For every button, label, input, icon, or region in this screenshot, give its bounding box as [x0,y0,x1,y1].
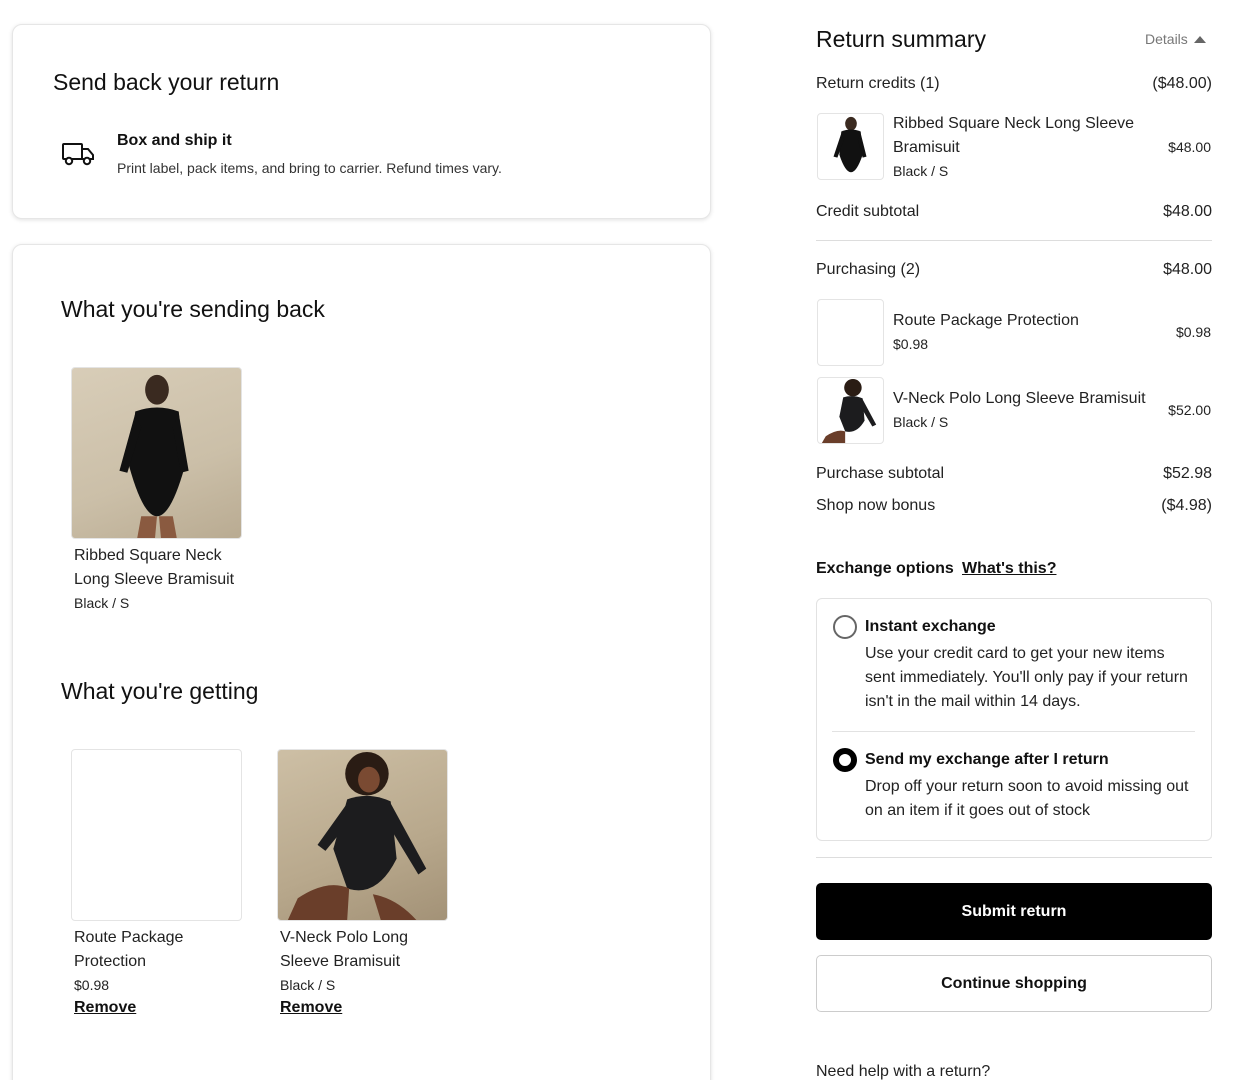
whats-this-link[interactable]: What's this? [962,560,1056,578]
details-toggle-label: Details [1145,31,1188,47]
shop-now-bonus-amount: ($4.98) [1161,497,1212,514]
instant-exchange-title: Instant exchange [865,618,996,635]
purchase-subtotal-label: Purchase subtotal [816,465,945,482]
summary-image-ribbed-bramisuit [817,113,884,180]
actions-divider [816,857,1212,858]
item-variant: Black / S [280,977,336,993]
purchase-item-name: V-Neck Polo Long Sleeve Bramisuit [893,390,1146,407]
submit-return-button[interactable]: Submit return [816,883,1212,940]
credit-subtotal-label: Credit subtotal [816,203,920,220]
exchange-options-label: Exchange options [816,560,954,577]
return-credits-label: Return credits (1) [816,75,940,92]
purchase-item-amount: $52.00 [1168,402,1211,418]
summary-image-route-protection [817,299,884,366]
summary-divider [816,240,1212,241]
send-after-return-title: Send my exchange after I return [865,751,1109,768]
item-name-line1: Ribbed Square Neck [74,547,222,564]
help-text[interactable]: Need help with a return? [816,1063,990,1080]
purchase-subtotal-amount: $52.98 [1163,465,1212,482]
getting-title: What you're getting [61,678,259,704]
credit-subtotal-amount: $48.00 [1163,203,1212,220]
credit-item-name-line1: Ribbed Square Neck Long Sleeve [893,115,1135,132]
remove-vneck-bramisuit-link[interactable]: Remove [280,999,342,1017]
item-name-line2: Sleeve Bramisuit [280,953,401,970]
product-image-ribbed-bramisuit [71,367,242,539]
purchasing-amount: $48.00 [1163,261,1212,278]
summary-image-vneck-bramisuit [817,377,884,444]
shipping-method-card: Send back your return Box and ship it Pr… [12,24,711,219]
details-toggle[interactable]: Details [1145,31,1206,47]
credit-item-amount: $48.00 [1168,139,1211,155]
ship-method-description: Print label, pack items, and bring to ca… [117,160,502,176]
purchase-item-amount: $0.98 [1175,324,1211,340]
sending-back-title: What you're sending back [61,296,325,322]
product-image-route-protection [71,749,242,921]
ship-card-title: Send back your return [53,69,280,95]
credit-item-name-line2: Bramisuit [893,139,960,156]
instant-exchange-radio[interactable] [833,615,857,639]
item-name-line1: V-Neck Polo Long [280,929,409,946]
credit-item-variant: Black / S [893,163,949,179]
remove-route-protection-link[interactable]: Remove [74,999,136,1017]
send-after-return-desc: Drop off your return soon to avoid missi… [865,778,1189,819]
truck-icon [61,139,95,169]
send-after-return-radio[interactable] [833,748,857,772]
caret-up-icon [1193,36,1206,43]
purchasing-label: Purchasing (2) [816,261,921,278]
purchase-item-name: Route Package Protection [893,312,1079,329]
item-name-line2: Protection [74,953,147,970]
shop-now-bonus-label: Shop now bonus [816,497,936,514]
instant-exchange-desc: Use your credit card to get your new ite… [865,645,1188,710]
item-name-line2: Long Sleeve Bramisuit [74,571,235,588]
return-credits-amount: ($48.00) [1152,75,1212,92]
purchase-item-sub: $0.98 [893,336,929,352]
ship-method-label: Box and ship it [117,132,232,149]
purchase-item-sub: Black / S [893,414,949,430]
return-summary-title: Return summary [816,26,986,52]
exchange-option-divider [832,731,1195,732]
continue-shopping-button[interactable]: Continue shopping [816,955,1212,1012]
item-variant: Black / S [74,595,130,611]
return-items-card: What you're sending back Ribbed Square N… [12,244,711,1080]
item-price: $0.98 [74,977,110,993]
product-image-vneck-bramisuit [277,749,448,921]
item-name-line1: Route Package [74,929,184,946]
